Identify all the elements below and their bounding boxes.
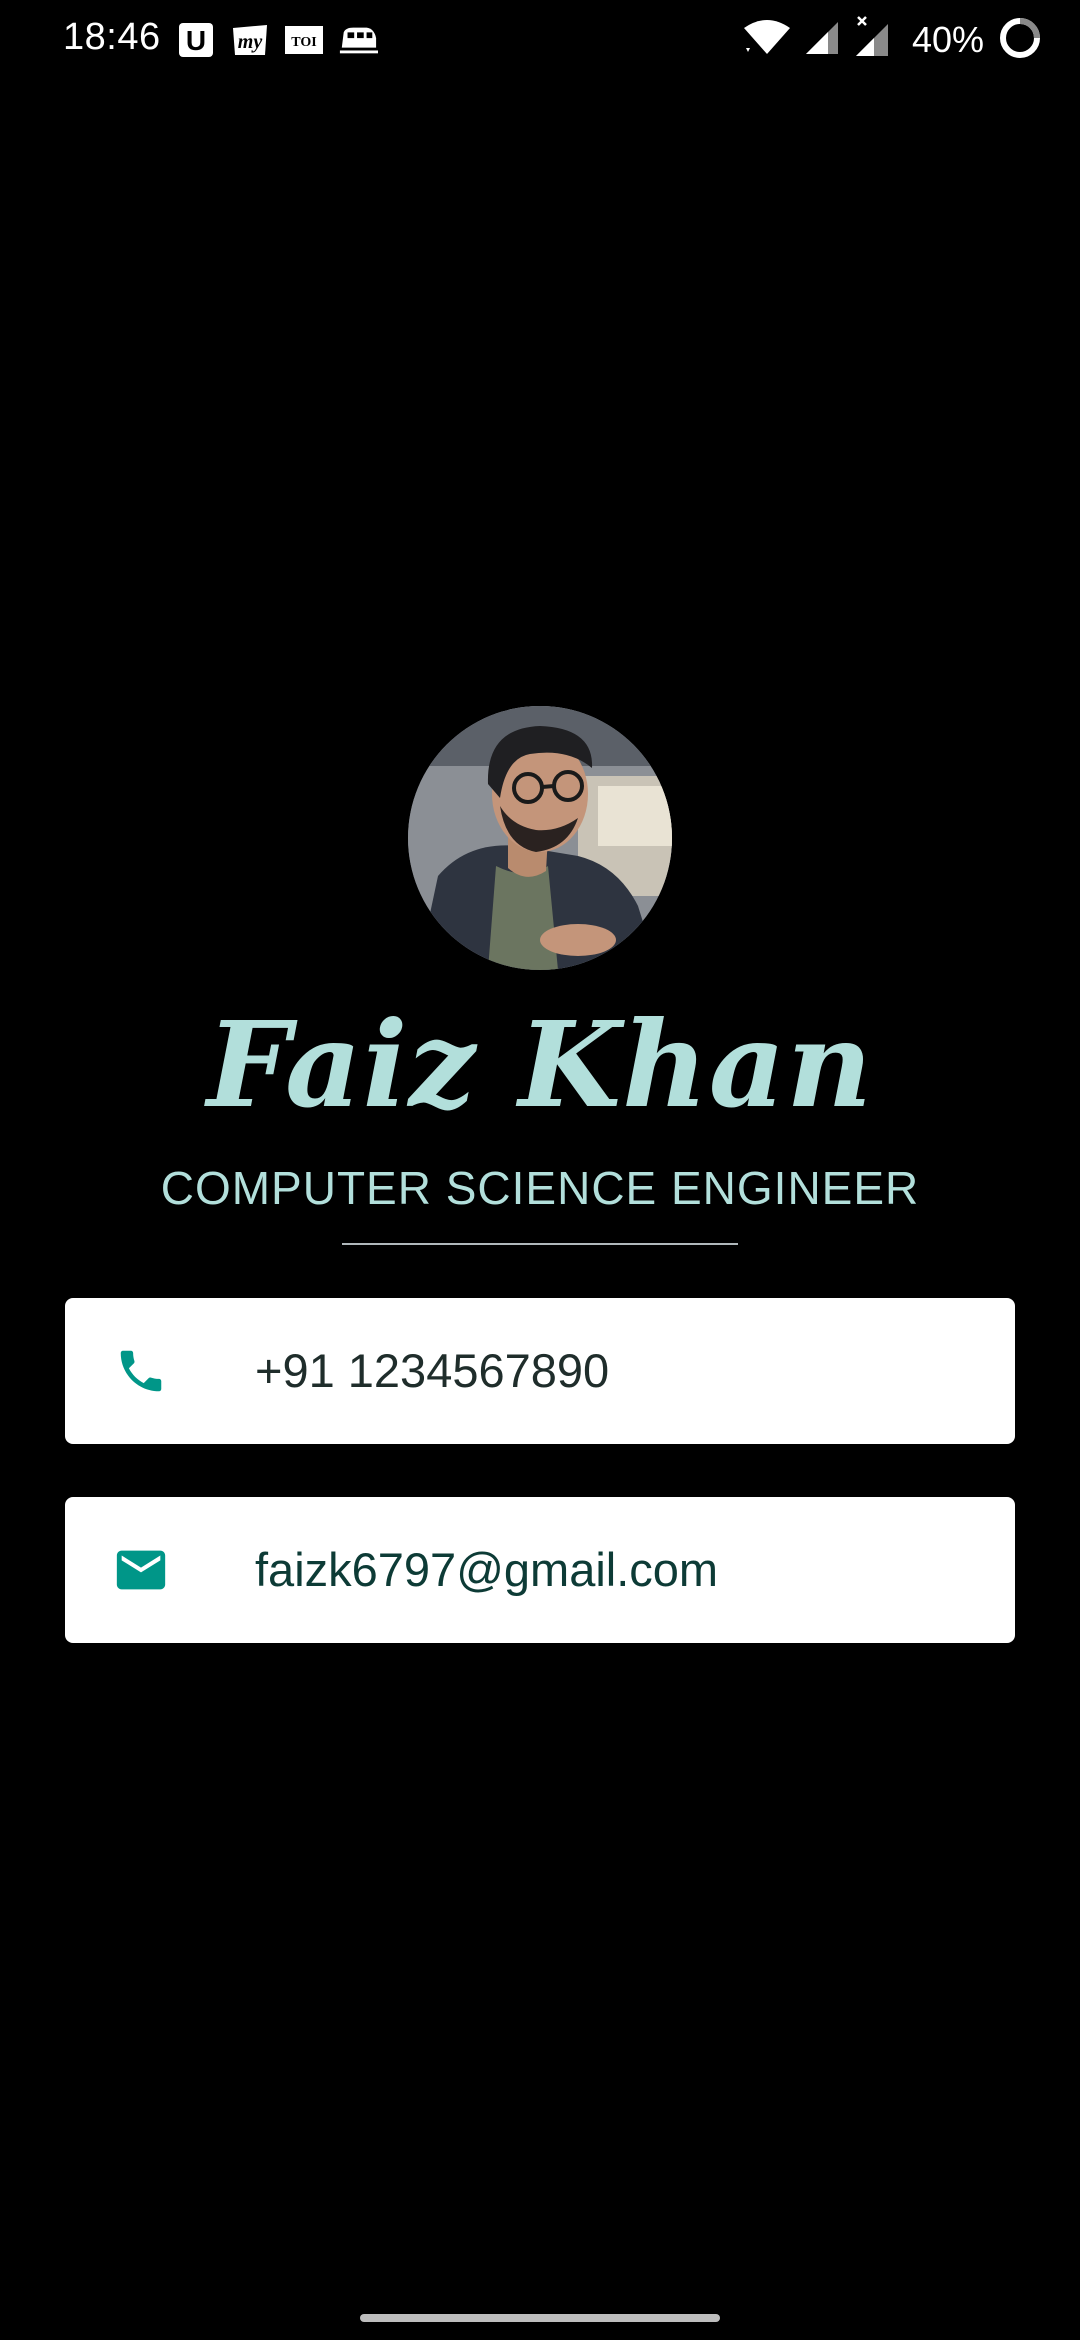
system-status-icons: 40% <box>742 15 1040 65</box>
gesture-nav-handle[interactable] <box>360 2314 720 2322</box>
status-bar: 18:46 U my TOI 40% <box>0 0 1080 80</box>
train-icon <box>338 20 378 60</box>
email-card[interactable]: faizk6797@gmail.com <box>65 1497 1015 1643</box>
profile-name: Faiz Khan <box>206 995 874 1134</box>
profile-title: COMPUTER SCIENCE ENGINEER <box>160 1162 920 1214</box>
battery-percent: 40% <box>911 19 984 60</box>
u-app-icon: U <box>176 20 216 60</box>
avatar-photo <box>408 706 672 970</box>
battery-icon <box>1000 17 1040 63</box>
wifi-icon <box>742 18 792 63</box>
myntra-icon: my <box>230 20 270 60</box>
divider <box>342 1243 738 1245</box>
avatar <box>408 706 672 970</box>
toi-icon-label: TOI <box>291 35 316 50</box>
phone-icon <box>111 1341 171 1401</box>
signal-no-data-icon <box>852 15 892 65</box>
phone-card[interactable]: +91 1234567890 <box>65 1298 1015 1444</box>
notification-icons: U my TOI <box>176 18 378 62</box>
signal-icon <box>802 18 842 63</box>
u-app-icon-label: U <box>186 25 206 56</box>
email-address: faizk6797@gmail.com <box>255 1543 719 1596</box>
phone-number: +91 1234567890 <box>255 1344 610 1397</box>
myntra-icon-label: my <box>238 31 263 53</box>
toi-icon: TOI <box>284 20 324 60</box>
mail-icon <box>111 1540 171 1600</box>
status-time: 18:46 <box>63 16 161 58</box>
